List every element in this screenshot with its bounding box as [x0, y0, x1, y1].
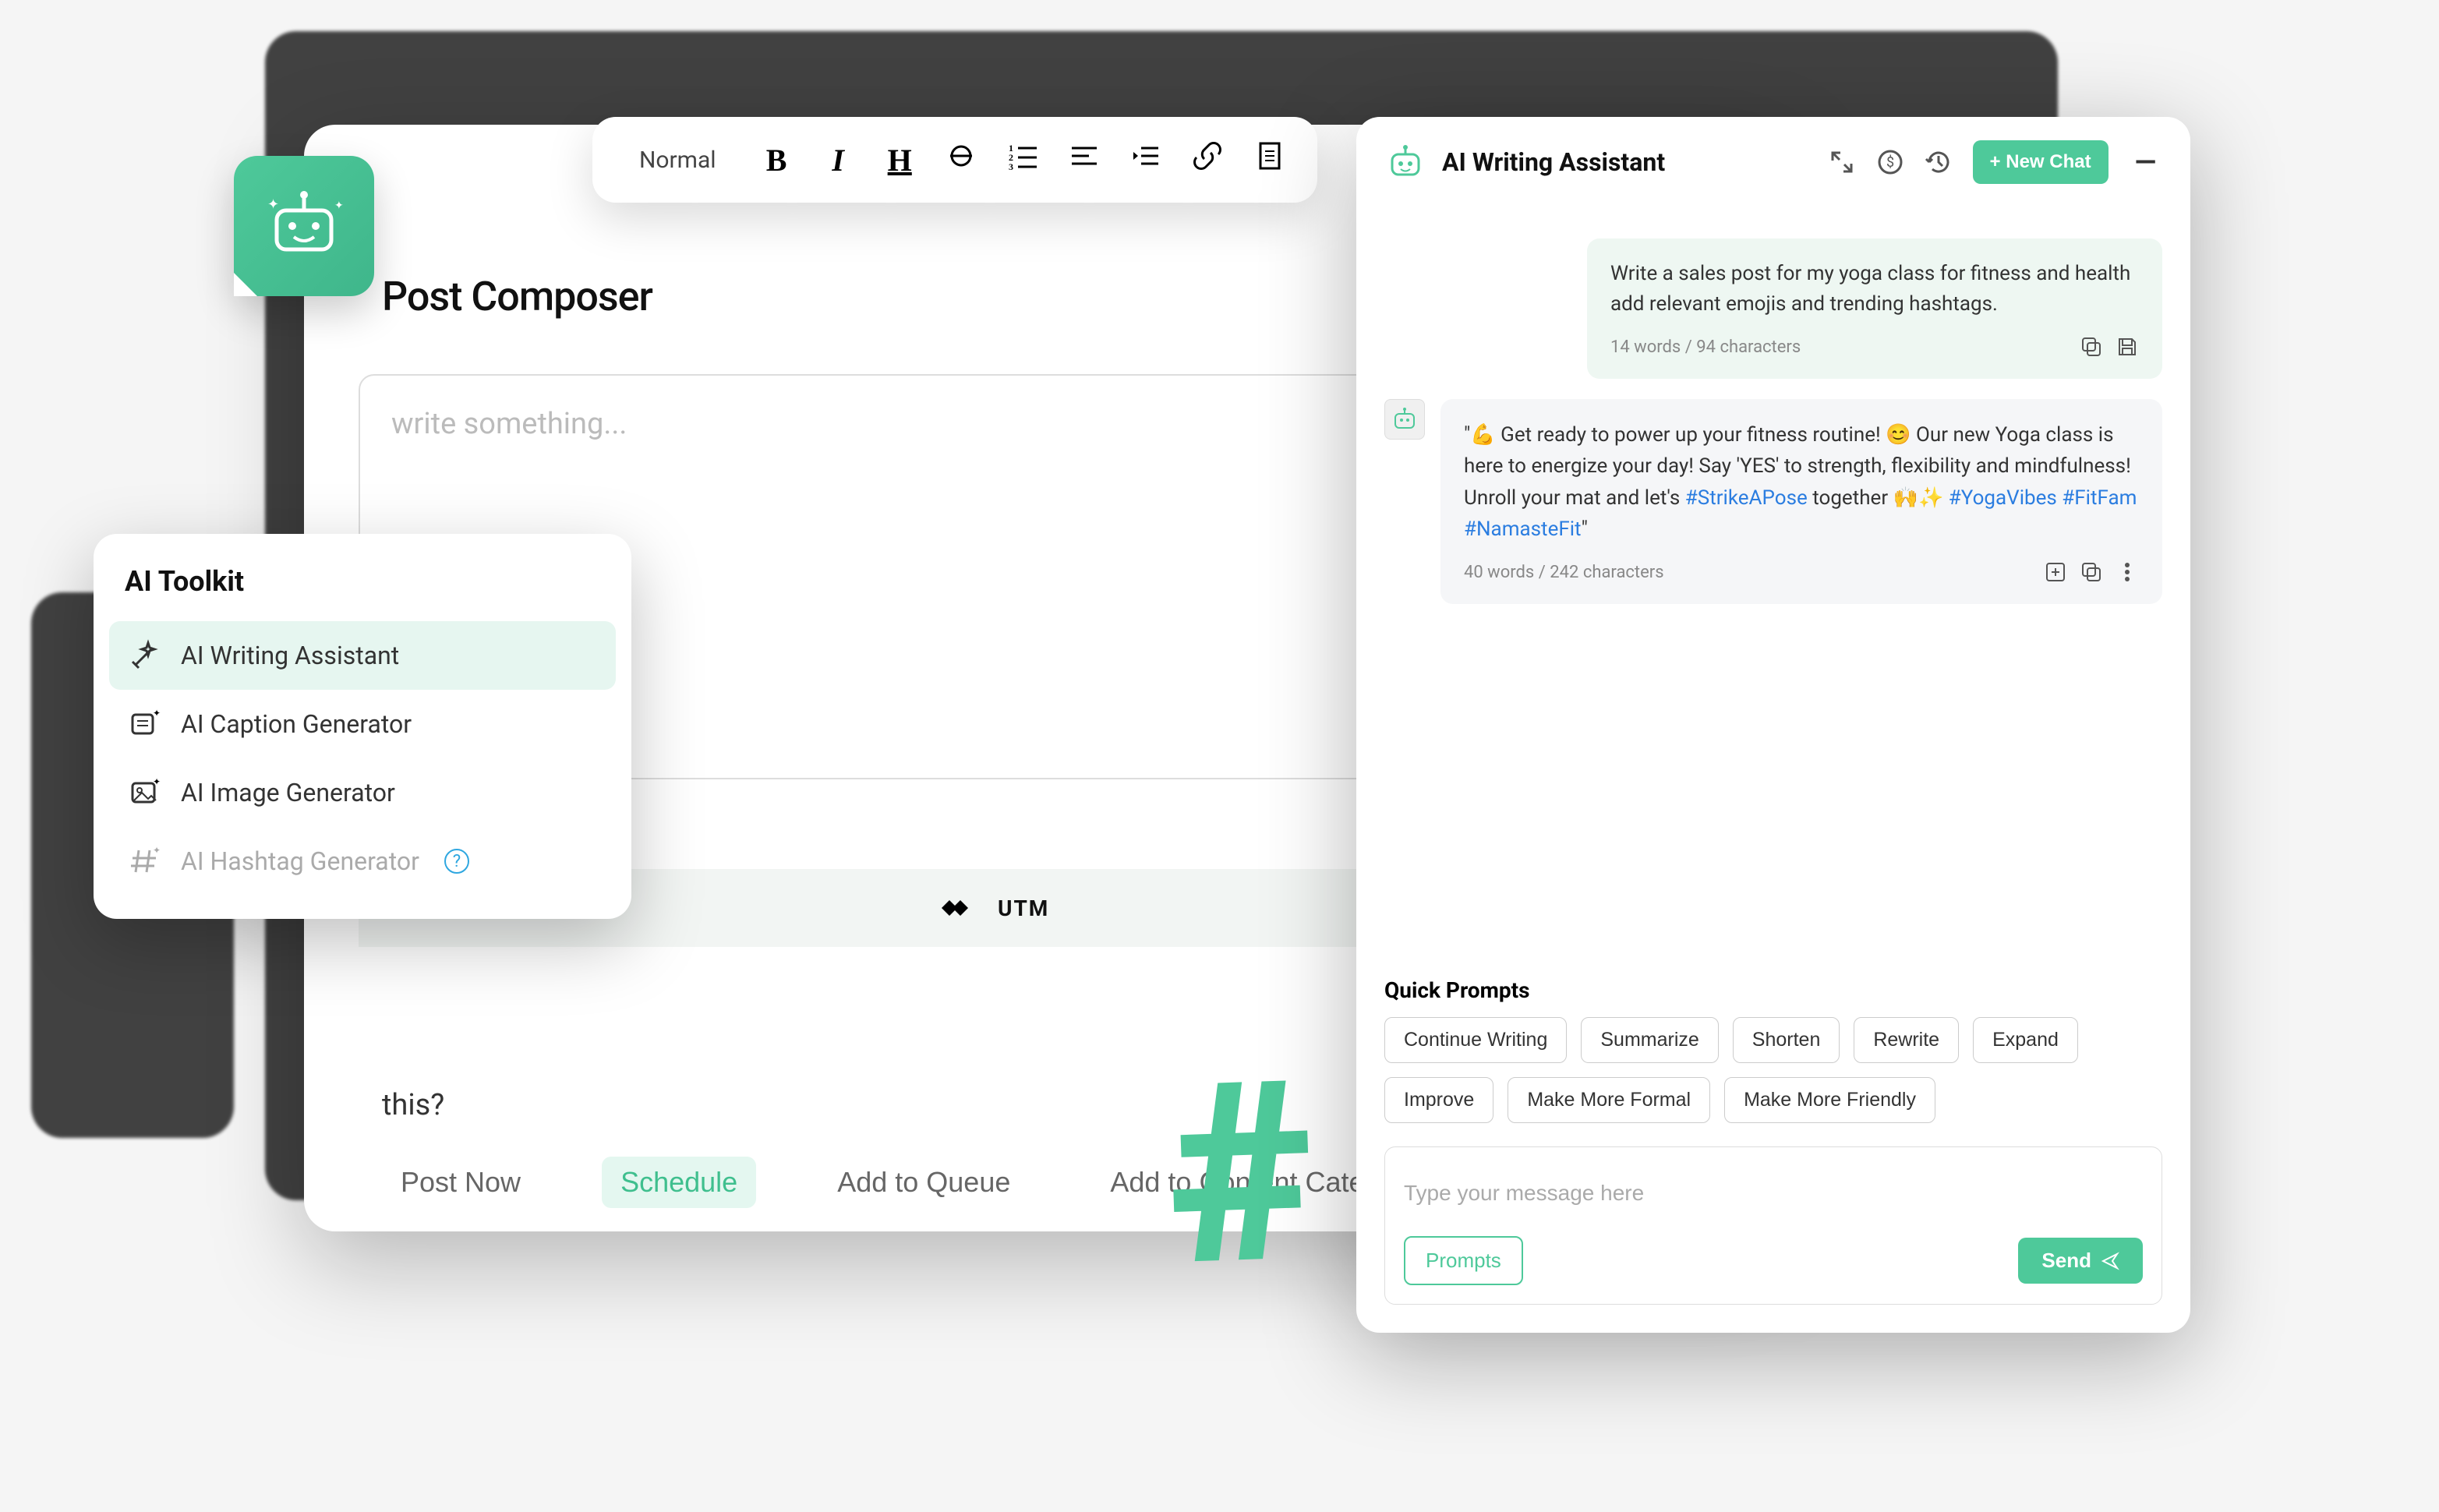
hashtag-icon: ✦: [128, 844, 162, 878]
align-left-icon[interactable]: [1068, 140, 1101, 179]
header-icons: $ + New Chat —: [1828, 140, 2162, 184]
svg-text:✦: ✦: [153, 708, 161, 719]
add-to-queue-button[interactable]: Add to Queue: [818, 1157, 1029, 1208]
hashtag-decoration-icon: #: [1165, 1026, 1320, 1323]
caption-icon: ✦: [128, 707, 162, 741]
image-icon: ✦: [128, 775, 162, 810]
qp-make-friendly[interactable]: Make More Friendly: [1724, 1077, 1935, 1123]
message-input[interactable]: [1404, 1166, 2143, 1221]
link-icon[interactable]: [1191, 140, 1225, 179]
qp-improve[interactable]: Improve: [1384, 1077, 1493, 1123]
chat-body: Write a sales post for my yoga class for…: [1356, 207, 2190, 970]
toolkit-item-caption-generator[interactable]: ✦ AI Caption Generator: [109, 690, 616, 758]
quick-prompts-row: Continue Writing Summarize Shorten Rewri…: [1384, 1017, 2162, 1123]
toolkit-title: AI Toolkit: [109, 557, 616, 621]
ai-message-actions: [2044, 560, 2139, 584]
svg-text:$: $: [1886, 154, 1893, 171]
help-icon[interactable]: ?: [444, 849, 469, 874]
toolkit-item-label: AI Writing Assistant: [181, 641, 399, 670]
quick-prompts-title: Quick Prompts: [1384, 977, 2162, 1003]
post-now-button[interactable]: Post Now: [382, 1157, 539, 1208]
robot-badge-icon: ✦ ✦: [234, 156, 374, 296]
save-icon[interactable]: [2116, 335, 2139, 359]
qp-make-formal[interactable]: Make More Formal: [1508, 1077, 1710, 1123]
robot-icon: [1384, 145, 1426, 179]
send-icon: [2101, 1252, 2119, 1270]
send-button[interactable]: Send: [2018, 1238, 2143, 1284]
toolkit-item-label: AI Caption Generator: [181, 709, 412, 739]
ai-text: together 🙌✨: [1808, 486, 1949, 510]
prompts-button[interactable]: Prompts: [1404, 1236, 1523, 1285]
user-message-text: Write a sales post for my yoga class for…: [1610, 259, 2139, 320]
credits-icon[interactable]: $: [1876, 148, 1904, 176]
history-icon[interactable]: [1925, 148, 1953, 176]
ai-toolkit-panel: AI Toolkit AI Writing Assistant ✦ AI Cap…: [94, 534, 631, 919]
outdent-icon[interactable]: [1129, 140, 1163, 179]
bold-icon[interactable]: B: [760, 142, 794, 178]
input-footer: Prompts Send: [1404, 1236, 2143, 1285]
assistant-title: AI Writing Assistant: [1442, 147, 1812, 177]
italic-icon[interactable]: I: [822, 142, 855, 178]
new-chat-button[interactable]: + New Chat: [1973, 140, 2108, 184]
schedule-button[interactable]: Schedule: [602, 1157, 756, 1208]
user-msg-line1: Write a sales post for my yoga class for…: [1610, 262, 2130, 285]
assistant-header: AI Writing Assistant $ + New Chat —: [1356, 117, 2190, 207]
svg-text:✦: ✦: [153, 776, 161, 787]
ai-message-row: "💪 Get ready to power up your fitness ro…: [1384, 399, 2162, 604]
utm-label[interactable]: UTM: [998, 896, 1049, 921]
qp-summarize[interactable]: Summarize: [1581, 1017, 1718, 1063]
svg-text:✦: ✦: [334, 200, 344, 212]
hashtag: #NamasteFit: [1464, 518, 1582, 541]
ai-avatar-icon: [1384, 399, 1425, 440]
ai-message-footer: 40 words / 242 characters: [1464, 560, 2139, 584]
user-message: Write a sales post for my yoga class for…: [1587, 238, 2162, 379]
expand-icon[interactable]: [1828, 148, 1856, 176]
ai-message: "💪 Get ready to power up your fitness ro…: [1440, 399, 2162, 604]
composer-placeholder: write something...: [391, 407, 627, 441]
send-label: Send: [2041, 1249, 2091, 1273]
ai-message-stats: 40 words / 242 characters: [1464, 563, 1664, 582]
wand-icon: [128, 638, 162, 673]
qp-expand[interactable]: Expand: [1973, 1017, 2078, 1063]
hashtag: #StrikeAPose: [1685, 486, 1808, 510]
quick-prompts-section: Quick Prompts Continue Writing Summarize…: [1356, 970, 2190, 1139]
document-icon[interactable]: [1253, 140, 1286, 179]
this-label: this?: [382, 1088, 444, 1122]
copy-icon[interactable]: [2080, 335, 2103, 359]
strikethrough-icon[interactable]: [945, 140, 978, 179]
ai-assistant-panel: AI Writing Assistant $ + New Chat — Writ…: [1356, 117, 2190, 1333]
toolkit-item-label: AI Image Generator: [181, 778, 395, 807]
editor-toolbar: Normal B I H 123: [592, 117, 1317, 203]
copy-icon[interactable]: [2080, 560, 2103, 584]
user-message-stats: 14 words / 94 characters: [1610, 337, 1801, 357]
format-select[interactable]: Normal: [624, 140, 732, 180]
qp-rewrite[interactable]: Rewrite: [1854, 1017, 1959, 1063]
svg-text:✦: ✦: [267, 196, 279, 213]
hashtag: #YogaVibes: [1949, 486, 2057, 510]
ordered-list-icon[interactable]: 123: [1006, 140, 1040, 179]
toolkit-item-hashtag-generator[interactable]: ✦ AI Hashtag Generator ?: [109, 827, 616, 896]
user-msg-line2: add relevant emojis and trending hashtag…: [1610, 292, 1998, 316]
qp-shorten[interactable]: Shorten: [1733, 1017, 1840, 1063]
toolkit-item-label: AI Hashtag Generator: [181, 846, 419, 876]
message-input-section: Prompts Send: [1384, 1146, 2162, 1305]
user-message-footer: 14 words / 94 characters: [1610, 335, 2139, 359]
hashtag: #FitFam: [2062, 486, 2137, 510]
toolkit-item-writing-assistant[interactable]: AI Writing Assistant: [109, 621, 616, 690]
svg-text:✦: ✦: [153, 845, 161, 856]
composer-title: Post Composer: [382, 273, 652, 320]
underline-icon[interactable]: H: [883, 142, 917, 178]
svg-text:3: 3: [1009, 161, 1013, 171]
toolkit-item-image-generator[interactable]: ✦ AI Image Generator: [109, 758, 616, 827]
qp-continue-writing[interactable]: Continue Writing: [1384, 1017, 1567, 1063]
insert-icon[interactable]: [2044, 560, 2067, 584]
utm-icon: [935, 896, 974, 920]
more-icon[interactable]: [2116, 560, 2139, 584]
user-message-actions: [2080, 335, 2139, 359]
minimize-icon[interactable]: —: [2129, 146, 2162, 178]
ai-text: ": [1582, 518, 1588, 541]
ai-message-text: "💪 Get ready to power up your fitness ro…: [1464, 419, 2139, 545]
